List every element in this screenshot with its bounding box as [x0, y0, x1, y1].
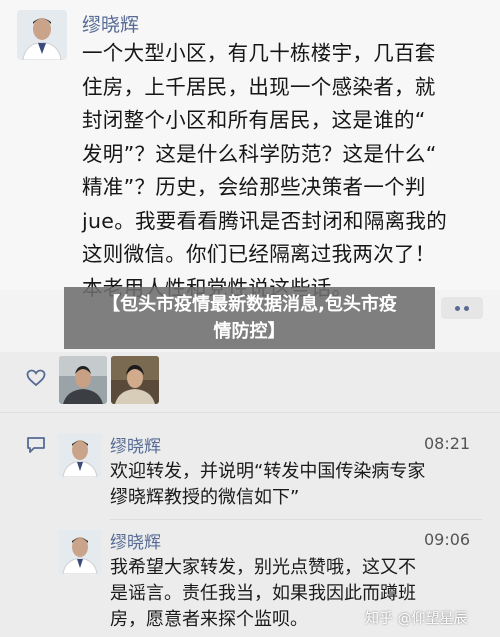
comment-time: 08:21 — [424, 434, 471, 453]
comment-line: 缪晓辉教授的微信如下” — [110, 487, 300, 508]
comment-line: 我希望大家转发，别光点赞哦，这又不 — [110, 557, 416, 578]
comment-author-name[interactable]: 缪晓辉 — [110, 432, 161, 457]
comment-author-avatar[interactable] — [58, 433, 102, 477]
post-line: 封闭整个小区和所有居民，这是谁的“ — [82, 108, 426, 132]
banner-line: 情防控】 — [213, 321, 286, 342]
heart-icon — [26, 369, 46, 391]
person-icon — [58, 530, 102, 574]
post-line: 一个大型小区，有几十栋楼宇，几百套 — [82, 41, 436, 65]
post-line: 发明”？这是什么科学防范？这是什么“ — [82, 141, 437, 166]
more-actions-button[interactable] — [441, 297, 483, 319]
watermark: 知乎 @仰望星辰 — [365, 611, 468, 627]
person-icon — [17, 10, 67, 60]
comment-text: 欢迎转发，并说明“转发中国传染病专家 缪晓辉教授的微信如下” — [110, 459, 480, 511]
comment-icon — [26, 436, 46, 458]
author-avatar[interactable] — [17, 10, 67, 60]
comment-line: 欢迎转发，并说明“转发中国传染病专家 — [110, 461, 426, 482]
post-line: 精准”？历史，会给那些决策者一个判 — [82, 175, 426, 199]
moments-post: 缪晓辉 一个大型小区，有几十栋楼宇，几百套 住房，上千居民，出现一个感染者，就 … — [0, 0, 500, 300]
post-line: 住房，上千居民，出现一个感染者，就 — [82, 74, 436, 99]
post-line: 这则微信。你们已经隔离过我两次了！ — [82, 242, 436, 266]
dot-icon — [464, 305, 469, 311]
person-icon — [58, 433, 102, 477]
liker-avatar[interactable] — [59, 356, 107, 404]
comment-time: 09:06 — [424, 530, 471, 549]
post-author-name[interactable]: 缪晓辉 — [82, 10, 139, 37]
liker-avatar[interactable] — [111, 356, 159, 404]
dot-icon — [455, 305, 460, 311]
post-text: 一个大型小区，有几十栋楼宇，几百套 住房，上千居民，出现一个感染者，就 封闭整个… — [82, 37, 482, 305]
comment-line: 是谣言。责任我当，如果我因此而蹲班 — [110, 583, 416, 604]
headline-banner: 【包头市疫情最新数据消息,包头市疫 情防控】 — [64, 287, 435, 349]
comment-author-name[interactable]: 缪晓辉 — [110, 528, 161, 553]
comment-author-avatar[interactable] — [58, 530, 102, 574]
comment-divider — [110, 519, 482, 520]
post-line: jue。我要看看腾讯是否封闭和隔离我的 — [82, 208, 447, 233]
banner-line: 【包头市疫情最新数据消息,包头市疫 — [102, 294, 397, 315]
person-icon — [111, 356, 159, 404]
person-icon — [59, 356, 107, 404]
